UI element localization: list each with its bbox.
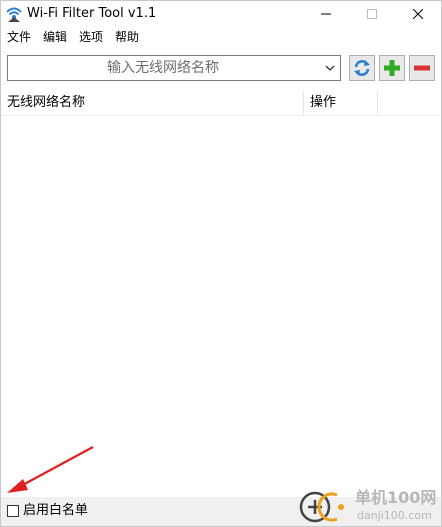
list-header: 无线网络名称 操作 — [1, 91, 441, 116]
refresh-button[interactable] — [349, 55, 375, 81]
network-name-combobox[interactable]: 输入无线网络名称 — [7, 55, 341, 81]
maximize-icon — [367, 9, 377, 19]
maximize-button[interactable] — [349, 1, 395, 27]
danji-logo-icon — [299, 491, 344, 523]
window-title: Wi-Fi Filter Tool v1.1 — [27, 6, 157, 21]
menu-help[interactable]: 帮助 — [109, 27, 145, 47]
whitelist-checkbox-label[interactable]: 启用白名单 — [23, 502, 88, 520]
network-list[interactable]: 无线网络名称 操作 — [1, 91, 441, 495]
app-window: Wi-Fi Filter Tool v1.1 文件 编辑 选项 帮助 输入无线网… — [0, 0, 442, 527]
refresh-icon — [354, 60, 370, 76]
add-network-button[interactable] — [379, 55, 405, 81]
menu-file[interactable]: 文件 — [1, 27, 37, 47]
minus-icon — [414, 65, 430, 71]
wifi-filter-app-icon — [6, 7, 22, 22]
watermark-url: danji100.com — [357, 509, 432, 522]
column-header-action[interactable]: 操作 — [304, 91, 378, 115]
title-bar[interactable]: Wi-Fi Filter Tool v1.1 — [1, 1, 441, 27]
menu-bar: 文件 编辑 选项 帮助 — [1, 27, 441, 47]
menu-options[interactable]: 选项 — [73, 27, 109, 47]
plus-icon — [384, 60, 400, 76]
annotation-arrow — [7, 446, 94, 493]
close-button[interactable] — [395, 1, 441, 27]
minimize-button[interactable] — [303, 1, 349, 27]
whitelist-checkbox[interactable] — [7, 505, 19, 517]
minimize-icon — [321, 13, 331, 15]
network-name-input[interactable]: 输入无线网络名称 — [8, 56, 318, 80]
watermark: 单机100网 danji100.com — [297, 487, 441, 526]
menu-edit[interactable]: 编辑 — [37, 27, 73, 47]
remove-network-button[interactable] — [409, 55, 435, 81]
close-icon — [413, 9, 423, 19]
watermark-brand: 单机100网 — [355, 488, 437, 507]
column-header-network-name[interactable]: 无线网络名称 — [1, 91, 304, 115]
chevron-down-icon[interactable] — [323, 61, 337, 75]
